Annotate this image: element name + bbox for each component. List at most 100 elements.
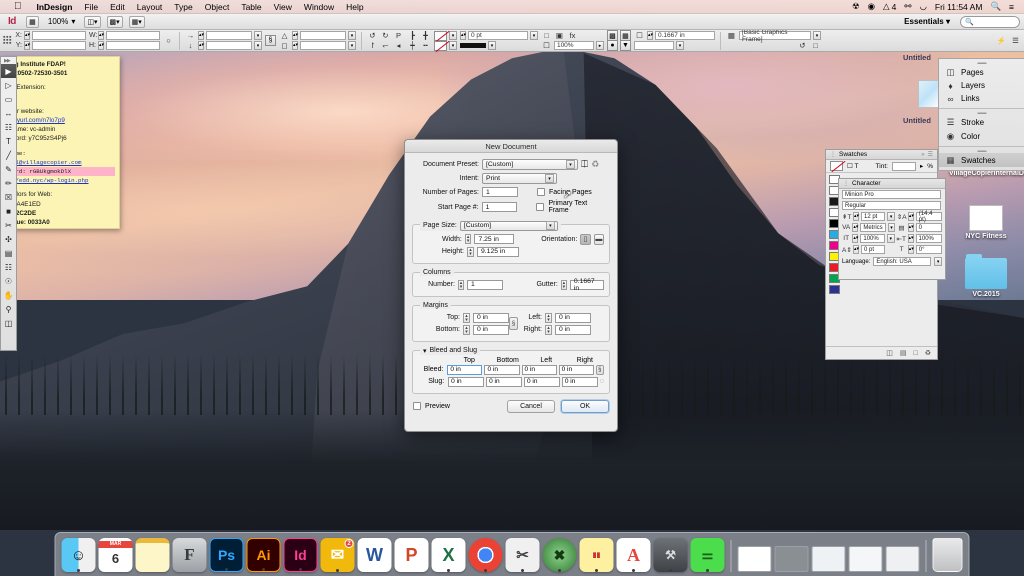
slug-top-input[interactable]: 0 in	[448, 376, 485, 387]
primary-text-frame-checkbox[interactable]: Primary Text Frame	[536, 200, 609, 214]
y-input[interactable]	[31, 41, 86, 50]
skew-input[interactable]: 0°	[915, 245, 943, 254]
menu-item-layout[interactable]: Layout	[131, 2, 169, 12]
align-object-bottom-icon[interactable]: ▼	[619, 40, 631, 51]
menu-item-window[interactable]: Window	[298, 2, 340, 12]
menu-item-table[interactable]: Table	[235, 2, 267, 12]
panel-menu-icon[interactable]: ☰	[928, 151, 933, 158]
language-select[interactable]: English: USA	[873, 257, 932, 266]
font-family-input[interactable]: Minion Pro	[842, 190, 941, 199]
text-formatting-icon[interactable]: ☐ T	[847, 162, 859, 170]
dropbox-icon[interactable]: ☢	[848, 1, 864, 12]
dock-item-powerpoint[interactable]: P	[394, 538, 429, 572]
horizontal-scale-input[interactable]: 100%	[915, 234, 942, 243]
stroke-dropdown-icon[interactable]: ▾	[448, 41, 457, 50]
workspace-switcher[interactable]: Essentials ▾	[904, 17, 954, 26]
fill-dropdown-icon[interactable]: ▾	[448, 31, 457, 40]
start-page-input[interactable]: 1	[481, 202, 518, 212]
fill-color-swatch[interactable]	[433, 30, 447, 41]
distribute-h-icon[interactable]: ╋	[420, 31, 431, 41]
stroke-style-dropdown-icon[interactable]: ▾	[487, 41, 496, 50]
kerning-stepper[interactable]: ▴▾	[852, 223, 858, 232]
h-stepper[interactable]: ▴▾	[97, 41, 104, 50]
menu-item-help[interactable]: Help	[340, 2, 369, 12]
object-style-dropdown-icon[interactable]: ▾	[812, 31, 821, 40]
width-stepper[interactable]: ▴ ▾	[464, 234, 472, 244]
effects-fx-icon[interactable]: fx	[567, 31, 578, 41]
minimized-window-illustrator[interactable]	[774, 546, 809, 572]
object-style-select[interactable]: [Basic Graphics Frame]	[738, 29, 811, 43]
rotate-dropdown-icon[interactable]: ▾	[347, 31, 356, 40]
kerning-input[interactable]: Metrics	[860, 223, 886, 232]
dock-item-acrobat[interactable]: A	[616, 538, 651, 572]
gradient-swatch-tool[interactable]: ▤	[1, 246, 16, 260]
corner-shape-select[interactable]	[633, 41, 674, 50]
dock-item-excel[interactable]: X	[431, 538, 466, 572]
dock-item-outlook[interactable]: ✉ 2	[320, 538, 355, 572]
scale-x-stepper[interactable]: ▴▾	[197, 31, 204, 40]
menu-item-indesign[interactable]: InDesign	[31, 2, 79, 12]
minimized-window-chrome[interactable]	[885, 546, 920, 572]
document-page-thumbnail-1[interactable]	[918, 80, 940, 108]
scale-x-dropdown-icon[interactable]: ▾	[253, 31, 262, 40]
tracking-input[interactable]: 0	[915, 223, 942, 232]
constrain-proportions-icon[interactable]: ○	[163, 36, 174, 46]
margin-bottom-stepper[interactable]: ▴ ▾	[463, 324, 470, 335]
slug-link-chain-icon[interactable]: ◌	[600, 378, 604, 385]
ok-button[interactable]: OK	[561, 399, 609, 413]
desktop-item-nyc-fitness[interactable]: NYC Fitness	[949, 205, 1023, 240]
dock-item-stickies[interactable]: ▮▮	[579, 538, 614, 572]
tint-input[interactable]	[891, 161, 916, 171]
mac-dock[interactable]: ☺ MAR 6 F Ps Ai Id ✉ 2 W P X ✂ ✖ ▮▮ A ⚒ ⚌	[54, 532, 970, 576]
width-input[interactable]: 7.25 in	[474, 234, 514, 244]
menu-item-type[interactable]: Type	[168, 2, 198, 12]
panel-collapse-icon[interactable]: ⋮	[830, 151, 836, 158]
slug-bottom-input[interactable]: 0 in	[486, 376, 522, 387]
sidebar-item-color[interactable]: ◉ Color	[939, 129, 1024, 143]
gutter-stepper[interactable]: ▴ ▾	[560, 279, 567, 290]
dock-item-indesign[interactable]: Id	[283, 538, 318, 572]
align-center-icon[interactable]: ┿	[407, 41, 418, 51]
new-color-group-icon[interactable]: ◫	[886, 349, 893, 357]
dock-item-photoshop[interactable]: Ps	[209, 538, 244, 572]
horizontal-scale-stepper[interactable]: ▴▾	[907, 234, 914, 243]
leading-input[interactable]: (14.4 pt)	[915, 211, 942, 223]
margin-top-stepper[interactable]: ▴ ▾	[463, 312, 470, 323]
rectangle-tool[interactable]: ■	[1, 204, 16, 218]
type-tool[interactable]: T	[1, 134, 16, 148]
help-search-input[interactable]: 🔍	[960, 15, 1020, 28]
apple-logo-icon[interactable]: 	[14, 1, 22, 12]
stroke-style-preview[interactable]	[459, 43, 486, 48]
delete-swatch-icon[interactable]: □	[913, 350, 917, 357]
opacity-dropdown-icon[interactable]: ▸	[595, 41, 604, 50]
x-input[interactable]	[31, 31, 86, 40]
arrange-documents-icon[interactable]: ▦▾	[128, 15, 145, 28]
fill-stroke-control[interactable]: ◫	[1, 316, 16, 330]
landscape-orientation-icon[interactable]: ▬	[593, 233, 604, 245]
height-stepper[interactable]: ▴ ▾	[467, 246, 474, 257]
rotate-cw-icon[interactable]: ↻	[380, 31, 391, 41]
corner-shape-icon[interactable]: ☐	[634, 31, 645, 41]
dock-item-chrome[interactable]	[468, 538, 503, 572]
constrain-scale-icon[interactable]: §	[264, 35, 276, 46]
intent-select[interactable]: Print ▾	[482, 173, 557, 184]
flip-horizontal-icon[interactable]: P	[393, 31, 404, 41]
skew-stepper[interactable]: ▴▾	[907, 245, 914, 254]
kerning-dropdown-icon[interactable]: ▾	[887, 223, 896, 232]
trash-icon[interactable]: ♻	[925, 349, 931, 357]
menu-item-view[interactable]: View	[268, 2, 298, 12]
desktop-item-vc2015[interactable]: VC.2015	[949, 254, 1023, 298]
stroke-align-center-icon[interactable]: □	[541, 31, 552, 41]
dock-item-xquartz[interactable]: ✖	[542, 538, 577, 572]
document-preset-select[interactable]: [Custom] ▾	[482, 159, 578, 170]
slug-right-input[interactable]: 0 in	[561, 376, 598, 387]
cancel-button[interactable]: Cancel	[507, 399, 555, 413]
rotate-stepper[interactable]: ▴▾	[291, 31, 298, 40]
scissors-tool[interactable]: ✂	[1, 218, 16, 232]
swatches-panel-title-bar[interactable]: ⋮ Swatches » ☰	[826, 150, 937, 160]
margin-right-input[interactable]: 0 in	[555, 324, 591, 335]
stroke-weight-stepper[interactable]: ▴▾	[459, 31, 466, 40]
spotlight-search-icon[interactable]: 🔍	[986, 1, 1005, 12]
slug-left-input[interactable]: 0 in	[523, 376, 560, 387]
distribute-v-icon[interactable]: ╍	[420, 41, 431, 51]
